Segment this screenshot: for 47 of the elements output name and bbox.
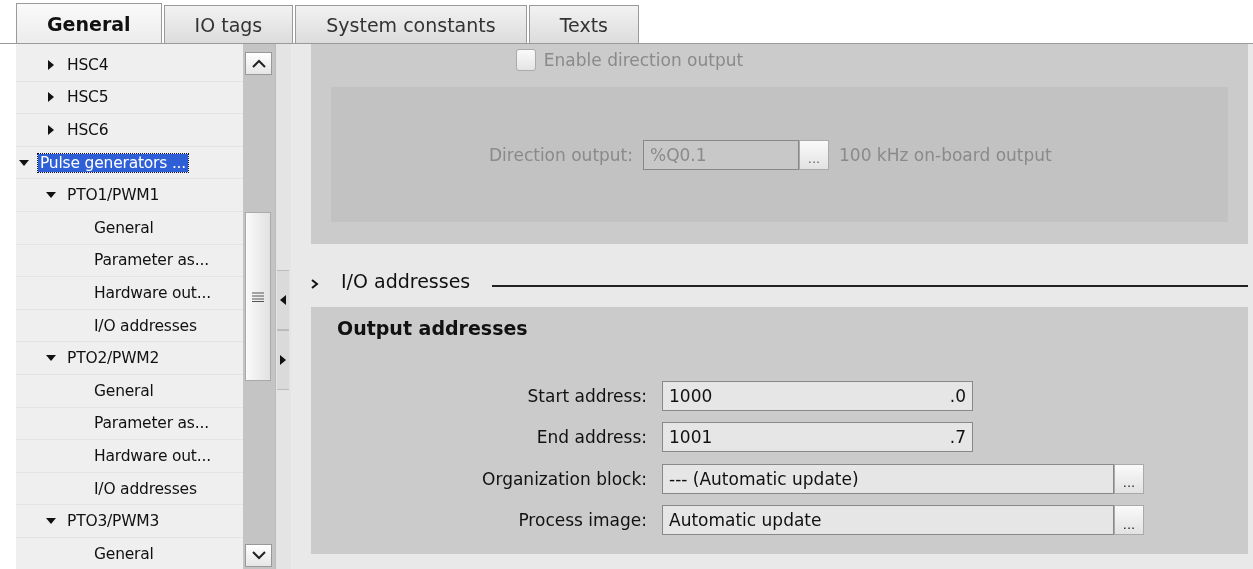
field-label: Organization block: [481, 468, 647, 489]
tree-item[interactable]: I/O addresses [92, 479, 199, 498]
select-field[interactable]: Automatic update [662, 505, 1114, 536]
tree-item[interactable]: HSC4 [65, 55, 111, 74]
field-label: Process image: [517, 510, 647, 531]
tree-item[interactable]: General [92, 544, 156, 563]
grip-icon [251, 291, 265, 302]
tree-item[interactable]: PTO2/PWM2 [65, 349, 162, 368]
chevron-down-icon [251, 551, 266, 560]
chevron-right-icon[interactable] [311, 278, 319, 289]
browse-button[interactable]: ... [1114, 463, 1144, 494]
tree-item[interactable]: Hardware out... [92, 283, 213, 302]
tree-item[interactable]: HSC5 [65, 88, 111, 107]
collapse-left-button[interactable] [277, 270, 289, 330]
tab[interactable]: IO tags [163, 5, 294, 43]
chevron-up-icon [251, 59, 266, 68]
tree-item[interactable]: General [92, 218, 156, 237]
tree-item[interactable]: Hardware out... [92, 446, 213, 465]
panel-title: Output addresses [337, 317, 529, 339]
scroll-down-button[interactable] [245, 544, 272, 567]
expand-right-button[interactable] [277, 330, 289, 390]
tree-item[interactable]: General [92, 381, 156, 400]
tree-item[interactable]: PTO1/PWM1 [65, 186, 162, 205]
tree-item[interactable]: I/O addresses [92, 316, 199, 335]
scroll-up-button[interactable] [245, 52, 272, 75]
output-note: 100 kHz on-board output [839, 144, 1052, 165]
browse-button[interactable]: ... [1114, 505, 1144, 536]
tree-item[interactable]: Parameter as... [92, 251, 211, 270]
tab[interactable]: General [16, 3, 162, 43]
checkbox-label: Enable direction output [543, 50, 744, 70]
field-label: Direction output: [489, 144, 633, 165]
tree-item[interactable]: Pulse generators ... [38, 153, 189, 172]
scrollbar[interactable] [243, 44, 275, 569]
tree-item[interactable]: HSC6 [65, 121, 111, 139]
tab[interactable]: System constants [295, 5, 527, 43]
section-title: I/O addresses [341, 269, 471, 292]
address-field[interactable]: 1000 .0 [662, 380, 973, 411]
field-label: Start address: [526, 385, 647, 406]
tree-item[interactable]: PTO3/PWM3 [65, 512, 162, 531]
tab[interactable]: Texts [528, 5, 639, 43]
triangle-left-icon [280, 295, 286, 305]
tree-item[interactable]: Parameter as... [92, 414, 211, 433]
field-label: End address: [535, 427, 647, 448]
address-field[interactable]: 1001 .7 [662, 422, 973, 453]
scroll-thumb[interactable] [245, 212, 271, 381]
triangle-right-icon [280, 355, 286, 365]
select-field[interactable]: --- (Automatic update) [662, 463, 1114, 494]
